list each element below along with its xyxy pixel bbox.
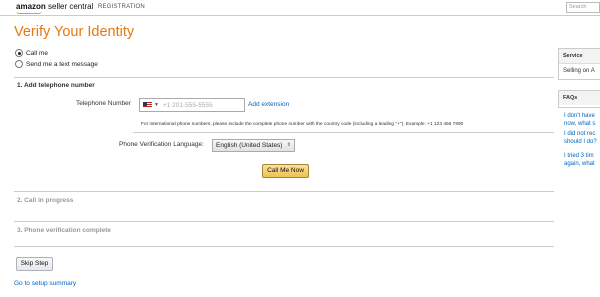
service-heading: Service	[559, 49, 600, 64]
amazon-smile-icon	[16, 11, 42, 14]
nav-registration[interactable]: REGISTRATION	[98, 4, 145, 10]
verification-language-label: Phone Verification Language:	[119, 141, 204, 148]
faqs-heading: FAQs	[559, 91, 600, 105]
logo-brand-bold: amazon	[16, 2, 46, 11]
search-input[interactable]: Search	[566, 2, 600, 13]
faq-link[interactable]: I don't have now, what s	[564, 112, 595, 128]
page-title: Verify Your Identity	[14, 24, 135, 40]
radio-button-call-me[interactable]	[15, 49, 23, 57]
logo-brand-rest: seller central	[45, 2, 94, 11]
faq-link-line: again, what	[564, 161, 595, 167]
faq-link[interactable]: I tried 3 tim again, what	[564, 152, 595, 168]
us-flag-icon[interactable]	[143, 102, 152, 108]
setup-summary-link[interactable]: Go to setup summary	[14, 280, 76, 287]
radio-label-call-me: Call me	[26, 49, 49, 57]
divider	[14, 221, 554, 222]
verification-language-select[interactable]: English (United States) ⇕	[212, 139, 295, 152]
step3-heading: 3. Phone verification complete	[17, 227, 111, 234]
divider	[133, 132, 554, 133]
step2-heading: 2. Call in progress	[17, 197, 74, 204]
seller-central-logo[interactable]: amazon seller central	[16, 2, 94, 14]
telephone-placeholder: +1 201-555-5555	[162, 101, 213, 109]
service-panel: Service Selling on A	[558, 48, 600, 80]
faq-link-line: should I do?	[564, 139, 597, 145]
divider	[14, 77, 554, 78]
service-value: Selling on A	[563, 68, 595, 74]
faq-link-line: I tried 3 tim	[564, 153, 594, 159]
radio-text-message[interactable]: Send me a text message	[15, 60, 98, 68]
divider	[14, 246, 554, 247]
skip-step-button[interactable]: Skip Step	[16, 257, 53, 271]
top-nav-bar: amazon seller central REGISTRATION Searc…	[0, 0, 600, 16]
faq-link[interactable]: I did not rec should I do?	[564, 130, 597, 146]
radio-label-text-message: Send me a text message	[26, 60, 98, 68]
divider	[14, 191, 554, 192]
verification-language-value: English (United States)	[216, 142, 283, 149]
international-phone-hint: For international phone numbers, please …	[141, 122, 464, 127]
chevron-down-icon[interactable]: ▼	[154, 102, 159, 108]
faq-link-line: now, what s	[564, 121, 596, 127]
add-extension-link[interactable]: Add extension	[248, 101, 289, 108]
faq-link-line: I don't have	[564, 113, 595, 119]
telephone-number-input[interactable]: ▼ +1 201-555-5555	[139, 98, 245, 112]
telephone-number-label: Telephone Number	[76, 100, 131, 107]
select-arrows-icon: ⇕	[286, 142, 291, 148]
call-me-now-button[interactable]: Call Me Now	[262, 164, 309, 178]
step1-heading: 1. Add telephone number	[17, 82, 95, 89]
faqs-panel: FAQs	[558, 90, 600, 108]
radio-button-text-message[interactable]	[15, 60, 23, 68]
radio-call-me[interactable]: Call me	[15, 49, 48, 57]
faq-link-line: I did not rec	[564, 131, 596, 137]
